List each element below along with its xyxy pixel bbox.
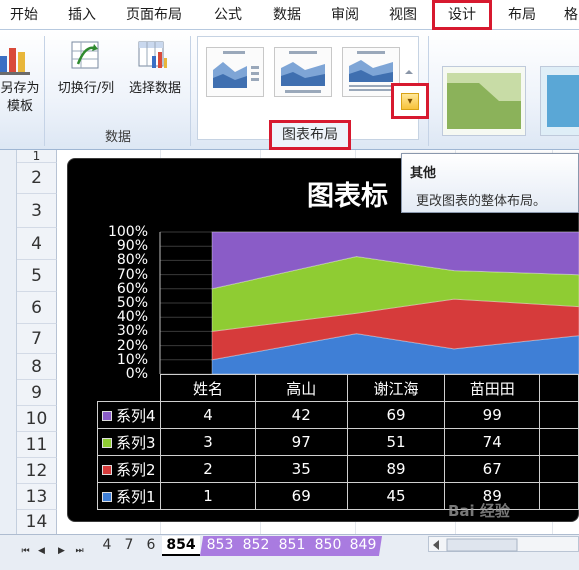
y-tick-label: 50%: [116, 295, 148, 311]
y-tick-label: 30%: [116, 323, 148, 340]
chart-data-table[interactable]: 姓名 高山 谢江海 苗田田 系列4 4 42 69 99 系列3 3 97 51 74 系列2 2 35 89 67…: [96, 374, 579, 510]
table-cell: 4: [160, 401, 256, 429]
table-header-cell: 谢江海: [346, 374, 446, 402]
table-cell: 45: [346, 482, 446, 510]
sheet-tab[interactable]: 849: [344, 536, 382, 556]
series-name: 系列3: [116, 433, 156, 452]
series-name: 系列4: [116, 406, 156, 425]
table-cell: 74: [444, 428, 541, 456]
y-tick-label: 100%: [107, 224, 148, 240]
chart-title[interactable]: 图表标: [307, 174, 388, 213]
y-tick-label: 40%: [116, 309, 148, 326]
table-overflow-cell: [539, 401, 579, 429]
series-legend-key: 系列4: [96, 401, 162, 429]
sheet-tab[interactable]: 6: [140, 536, 162, 556]
table-cell: 69: [346, 401, 446, 429]
series-name: 系列2: [116, 460, 156, 479]
legend-swatch: [102, 411, 112, 421]
y-tick-label: 20%: [116, 337, 148, 354]
sheet-tab[interactable]: 852: [236, 536, 276, 556]
table-cell: 35: [254, 455, 348, 483]
table-cell: 2: [160, 455, 256, 483]
table-cell: 89: [346, 455, 446, 483]
series-legend-key: 系列3: [96, 428, 162, 456]
sheet-tab[interactable]: 850: [308, 536, 348, 556]
table-cell: 97: [254, 428, 348, 456]
table-cell: 3: [160, 428, 256, 456]
last-sheet-icon[interactable]: ⏭: [74, 544, 85, 558]
sheet-tab[interactable]: 4: [96, 536, 118, 556]
table-row: 系列2 2 35 89 67: [96, 455, 579, 483]
sheet-tab[interactable]: 854: [162, 536, 200, 556]
series-legend-key: 系列1: [96, 482, 162, 510]
legend-swatch: [102, 438, 112, 448]
table-overflow-cell: [539, 428, 579, 456]
series-legend-key: 系列2: [96, 455, 162, 483]
legend-swatch: [102, 492, 112, 502]
horizontal-scrollbar[interactable]: [428, 536, 579, 552]
first-sheet-icon[interactable]: ⏮: [20, 544, 31, 558]
table-overflow-cell: [539, 374, 579, 402]
sheet-tab[interactable]: 853: [200, 536, 240, 556]
series-name: 系列1: [116, 487, 156, 506]
prev-sheet-icon[interactable]: ◀: [36, 544, 47, 558]
next-sheet-icon[interactable]: ▶: [56, 544, 67, 558]
table-header-row: 姓名 高山 谢江海 苗田田: [97, 374, 579, 402]
table-overflow-cell: [539, 455, 579, 483]
table-overflow-cell: [539, 482, 579, 510]
y-tick-label: 10%: [116, 351, 148, 368]
table-header-cell: 苗田田: [444, 374, 541, 402]
y-tick-label: 70%: [116, 266, 148, 283]
table-row: 系列4 4 42 69 99: [96, 401, 579, 429]
table-cell: 1: [160, 482, 256, 510]
table-header-cell: 高山: [254, 374, 348, 402]
watermark: Bai 经验: [448, 502, 510, 520]
table-cell: 67: [444, 455, 541, 483]
y-tick-label: 80%: [116, 252, 148, 269]
sheet-tab[interactable]: 7: [118, 536, 140, 556]
legend-swatch: [102, 465, 112, 475]
tooltip: 其他 更改图表的整体布局。: [401, 153, 579, 213]
table-corner: [97, 374, 162, 402]
table-row: 系列3 3 97 51 74: [96, 428, 579, 456]
tooltip-body: 更改图表的整体布局。: [416, 194, 547, 209]
table-cell: 69: [254, 482, 348, 510]
table-cell: 51: [346, 428, 446, 456]
y-tick-label: 60%: [116, 280, 148, 297]
y-tick-label: 90%: [116, 238, 148, 255]
table-header-cell: 姓名: [160, 374, 256, 402]
table-cell: 42: [254, 401, 348, 429]
table-cell: 99: [444, 401, 541, 429]
sheet-tab[interactable]: 851: [272, 536, 312, 556]
tooltip-title: 其他: [410, 166, 437, 181]
